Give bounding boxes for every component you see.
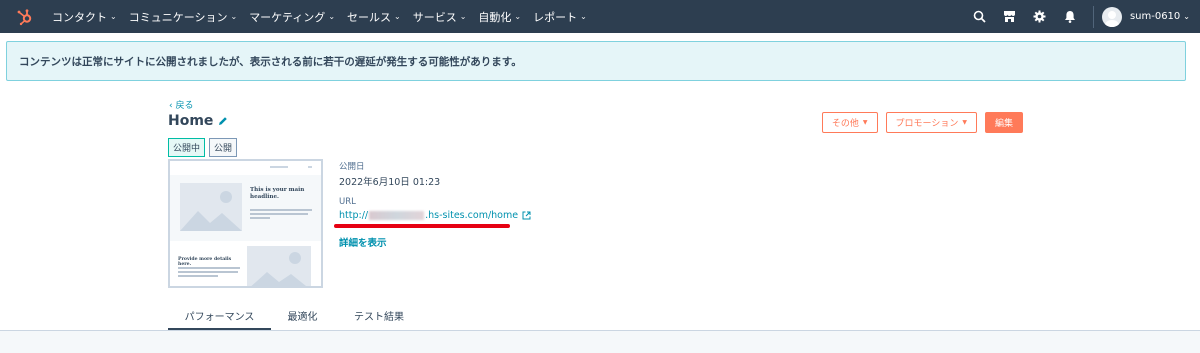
page-actions: その他 ▼ プロモーション ▼ 編集 (821, 112, 1023, 133)
annotation-underline (334, 224, 510, 228)
nav-item-label: セールス (347, 10, 392, 24)
chevron-down-icon: ⌄ (394, 12, 401, 21)
chevron-down-icon: ⌄ (580, 12, 587, 21)
pencil-icon[interactable] (218, 116, 228, 126)
thumb-nav-line (270, 166, 288, 168)
account-name: sum-0610 (1129, 11, 1181, 22)
nav-item-label: マーケティング (249, 10, 326, 24)
chevron-down-icon: ⌄ (514, 12, 522, 21)
nav-item-service[interactable]: サービス ⌄ (407, 0, 473, 33)
avatar[interactable] (1101, 6, 1122, 27)
main-menu: コンタクト ⌄ コミュニケーション ⌄ マーケティング ⌄ セールス ⌄ サービス ⌄ 自… (46, 0, 593, 33)
nav-item-label: コンタクト (52, 10, 107, 24)
chevron-down-icon: ⌄ (1183, 12, 1190, 21)
promotion-button-label: プロモーション (895, 119, 959, 129)
thumb-nav-line (308, 166, 312, 168)
nav-item-label: レポート (533, 10, 578, 24)
thumb-text-line (250, 217, 270, 219)
caret-down-icon: ▼ (862, 119, 868, 126)
content-area (0, 331, 1200, 353)
thumb-text-line (250, 213, 308, 215)
thumb-headline: This is your main headline. (250, 187, 305, 200)
thumb-text-line (250, 209, 312, 211)
nav-item-reports[interactable]: レポート ⌄ (527, 0, 593, 33)
nav-divider (1092, 5, 1094, 28)
nav-item-label: サービス (412, 10, 457, 24)
tab-label: パフォーマンス (184, 312, 255, 323)
chevron-down-icon: ⌄ (328, 12, 336, 21)
back-label: 戻る (175, 101, 194, 111)
nav-item-automation[interactable]: 自動化 ⌄ (472, 0, 527, 33)
success-alert: コンテンツは正常にサイトに公開されましたが、表示される前に若干の遅延が発生する可… (6, 41, 1186, 81)
settings-icon[interactable] (1025, 0, 1055, 33)
notifications-icon[interactable] (1055, 0, 1085, 33)
account-menu[interactable]: sum-0610 ⌄ (1130, 11, 1190, 22)
url-prefix: http:// (339, 210, 369, 221)
alert-message: コンテンツは正常にサイトに公開されましたが、表示される前に若干の遅延が発生する可… (19, 55, 522, 68)
url-label: URL (339, 197, 356, 207)
status-badge-published: 公開 (209, 138, 238, 157)
page-title: Home (168, 113, 228, 129)
edit-button-label: 編集 (994, 119, 1013, 129)
published-label: 公開日 (339, 162, 365, 172)
nav-item-label: コミュニケーション (128, 10, 228, 24)
back-link[interactable]: ‹ 戻る (169, 98, 193, 111)
more-button[interactable]: その他 ▼ (821, 112, 878, 133)
image-placeholder-icon (247, 246, 311, 286)
top-navigation: コンタクト ⌄ コミュニケーション ⌄ マーケティング ⌄ セールス ⌄ サービス ⌄ 自… (0, 0, 1200, 33)
image-placeholder-icon (180, 183, 242, 231)
thumb-subheadline: Provide more details here. (178, 257, 232, 267)
hubspot-logo[interactable] (6, 0, 44, 33)
page-title-text: Home (168, 113, 214, 129)
nav-utilities: sum-0610 ⌄ (965, 0, 1200, 33)
status-tags: 公開中 公開 (168, 138, 238, 157)
published-date: 2022年6月10日 01:23 (339, 177, 441, 188)
page-tabs: パフォーマンス 最適化 テスト結果 (168, 300, 424, 331)
edit-button[interactable]: 編集 (985, 112, 1023, 133)
nav-item-label: 自動化 (478, 10, 512, 24)
url-suffix: .hs-sites.com/home (425, 210, 519, 221)
more-button-label: その他 (831, 119, 859, 129)
thumb-text-line (178, 267, 240, 269)
nav-item-conversations[interactable]: コミュニケーション ⌄ (123, 0, 243, 33)
tab-performance[interactable]: パフォーマンス (168, 300, 271, 331)
chevron-down-icon: ⌄ (230, 12, 238, 21)
tab-optimization[interactable]: 最適化 (271, 300, 334, 331)
tab-test-results[interactable]: テスト結果 (334, 300, 424, 331)
external-link-icon (522, 211, 531, 220)
thumb-text-line (178, 271, 238, 273)
nav-item-sales[interactable]: セールス ⌄ (341, 0, 407, 33)
chevron-down-icon: ⌄ (459, 12, 467, 21)
status-badge-live: 公開中 (168, 138, 206, 157)
caret-down-icon: ▼ (962, 119, 967, 126)
search-icon[interactable] (965, 0, 995, 33)
thumb-text-line (178, 275, 218, 277)
page-thumbnail[interactable]: This is your main headline. Provide more… (168, 159, 323, 288)
marketplace-icon[interactable] (995, 0, 1025, 33)
tab-label: テスト結果 (354, 312, 404, 323)
view-details-link[interactable]: 詳細を表示 (339, 235, 387, 249)
redacted-subdomain (369, 211, 425, 220)
promotion-button[interactable]: プロモーション ▼ (885, 112, 977, 133)
page-url-link[interactable]: http:// .hs-sites.com/home (339, 210, 531, 221)
thumb-hero: This is your main headline. (170, 175, 321, 241)
chevron-down-icon: ⌄ (110, 12, 117, 21)
tab-label: 最適化 (287, 312, 318, 323)
nav-item-contacts[interactable]: コンタクト ⌄ (46, 0, 123, 33)
nav-item-marketing[interactable]: マーケティング ⌄ (243, 0, 341, 33)
